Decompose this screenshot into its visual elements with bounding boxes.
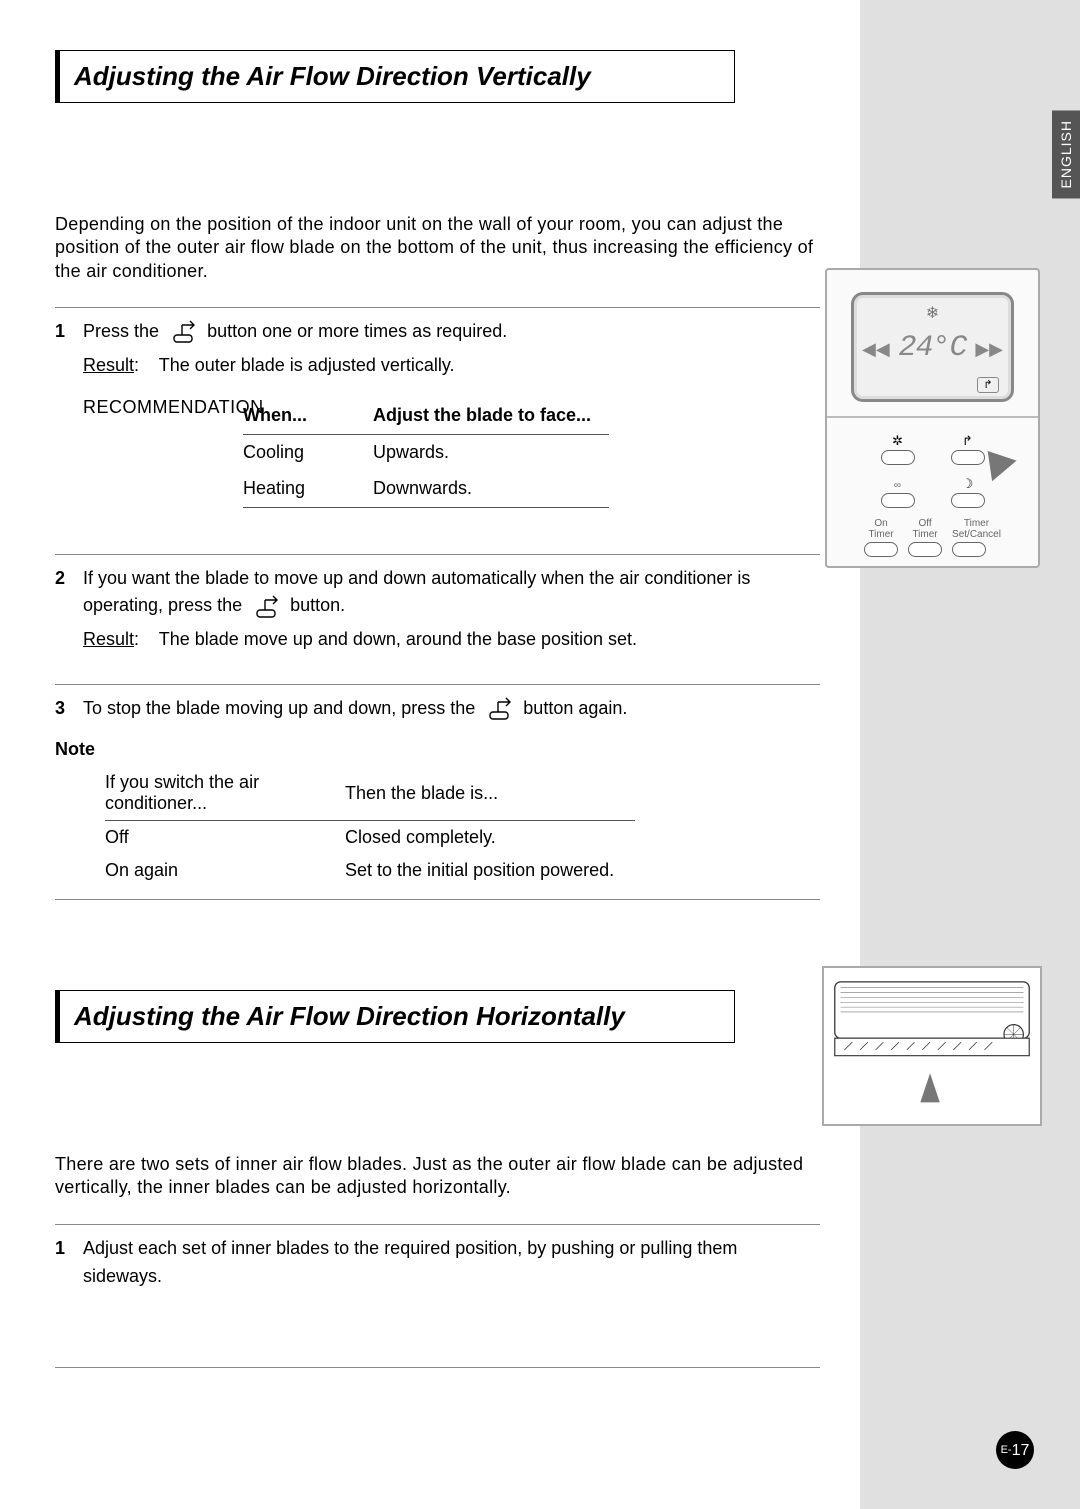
step-number: 1 xyxy=(55,1235,83,1291)
section2-intro: There are two sets of inner air flow bla… xyxy=(55,1153,820,1200)
rec-col-adjust: Adjust the blade to face... xyxy=(373,398,609,434)
arrow-left-icon: ◀◀ xyxy=(862,339,890,360)
step-3: 3 To stop the blade moving up and down, … xyxy=(55,685,820,739)
divider xyxy=(55,1367,820,1368)
section2-step-1: 1 Adjust each set of inner blades to the… xyxy=(55,1225,820,1307)
remote-button xyxy=(908,542,942,557)
rec-cell-when: Cooling xyxy=(243,434,373,470)
note-label: Note xyxy=(55,739,105,760)
indoor-unit-illustration xyxy=(822,966,1042,1126)
remote-button xyxy=(864,542,898,557)
rec-col-when: When... xyxy=(243,398,373,434)
rec-cell-when: Heating xyxy=(243,471,373,507)
step2-text-b: button. xyxy=(290,595,345,615)
rec-cell-adjust: Downwards. xyxy=(373,471,609,507)
turbo-icon: ∞ xyxy=(894,480,901,491)
step-1: 1 Press the button one or more times as … xyxy=(55,308,820,523)
divider xyxy=(55,899,820,900)
page-number-badge: E-17 xyxy=(996,1431,1034,1469)
timer-label: Timer Set/Cancel xyxy=(952,518,1001,540)
note-table: If you switch the air conditioner... The… xyxy=(105,766,635,887)
step-number: 2 xyxy=(55,565,83,655)
timer-label: Off Timer xyxy=(912,518,937,540)
step-number: 1 xyxy=(55,318,83,507)
step3-text-b: button again. xyxy=(523,698,627,718)
recommendation-table: When... Adjust the blade to face... Cool… xyxy=(243,398,609,508)
result-label: Result xyxy=(83,355,134,375)
remote-control-illustration: ❄ ◀◀ 24°C ▶▶ ↱ ✲ ↱ ∞ ☽ xyxy=(825,268,1040,568)
air-swing-icon xyxy=(168,319,198,345)
section2-step1-text: Adjust each set of inner blades to the r… xyxy=(83,1235,820,1291)
remote-button xyxy=(951,493,985,508)
note-col-then: Then the blade is... xyxy=(345,766,635,821)
step3-text-a: To stop the blade moving up and down, pr… xyxy=(83,698,475,718)
air-swing-icon xyxy=(484,696,514,722)
section2-title: Adjusting the Air Flow Direction Horizon… xyxy=(55,990,735,1043)
step-number: 3 xyxy=(55,695,83,723)
result-label: Result xyxy=(83,629,134,649)
swing-indicator-icon: ↱ xyxy=(977,377,999,393)
snowflake-icon: ❄ xyxy=(926,303,939,323)
sleep-icon: ☽ xyxy=(962,476,974,491)
remote-temp-display: 24°C xyxy=(898,331,966,365)
air-swing-icon: ↱ xyxy=(962,433,973,448)
air-swing-icon xyxy=(251,594,281,620)
timer-label: On Timer xyxy=(868,518,893,540)
note-cell-if: On again xyxy=(105,854,345,887)
step2-text-a: If you want the blade to move up and dow… xyxy=(83,568,750,616)
step1-text-b: button one or more times as required. xyxy=(207,321,507,341)
step-2: 2 If you want the blade to move up and d… xyxy=(55,555,820,671)
remote-button xyxy=(952,542,986,557)
note-cell-then: Closed completely. xyxy=(345,821,635,855)
note-cell-if: Off xyxy=(105,821,345,855)
arrow-right-icon: ▶▶ xyxy=(975,339,1003,360)
note-cell-then: Set to the initial position powered. xyxy=(345,854,635,887)
remote-button xyxy=(881,450,915,465)
fan-icon: ✲ xyxy=(892,433,903,448)
step1-result: The outer blade is adjusted vertically. xyxy=(159,355,455,375)
section1-title: Adjusting the Air Flow Direction Vertica… xyxy=(55,50,735,103)
rec-cell-adjust: Upwards. xyxy=(373,434,609,470)
recommendation-label: RECOMMENDATION xyxy=(83,397,264,417)
page-prefix: E- xyxy=(1001,1444,1012,1456)
step1-text-a: Press the xyxy=(83,321,159,341)
note-col-if: If you switch the air conditioner... xyxy=(105,766,345,821)
step2-result: The blade move up and down, around the b… xyxy=(159,629,637,649)
remote-button xyxy=(881,493,915,508)
remote-screen: ❄ ◀◀ 24°C ▶▶ ↱ xyxy=(851,292,1014,402)
page-number: 17 xyxy=(1012,1442,1030,1459)
section1-intro: Depending on the position of the indoor … xyxy=(55,213,820,283)
page-content: Adjusting the Air Flow Direction Vertica… xyxy=(0,0,1080,1418)
